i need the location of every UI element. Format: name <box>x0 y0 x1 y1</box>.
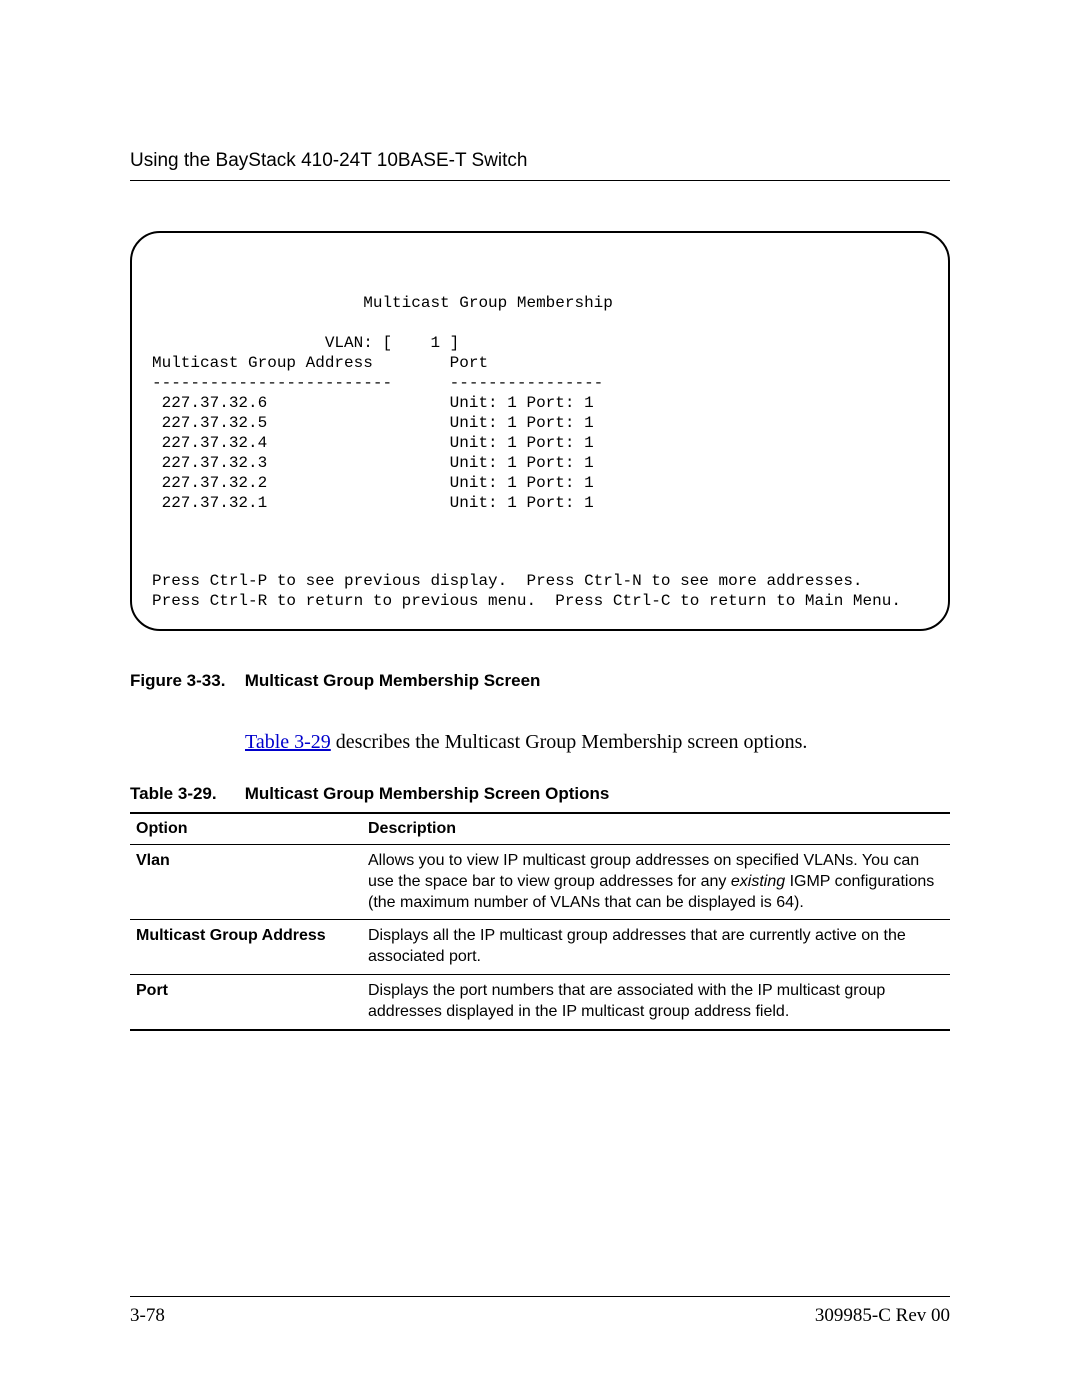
figure-label: Figure 3-33. <box>130 671 240 691</box>
col-description: Description <box>362 813 950 845</box>
emphasis: existing <box>731 873 785 890</box>
body-rest: describes the Multicast Group Membership… <box>331 731 808 753</box>
page-footer: 3-78 309985-C Rev 00 <box>130 1296 950 1327</box>
body-paragraph: Table 3-29 describes the Multicast Group… <box>245 731 950 754</box>
document-revision: 309985-C Rev 00 <box>815 1305 950 1327</box>
header-title: Using the BayStack 410-24T 10BASE-T Swit… <box>130 150 527 171</box>
table-title: Multicast Group Membership Screen Option… <box>245 784 610 803</box>
terminal-screen: Multicast Group Membership VLAN: [ 1 ] M… <box>130 231 950 631</box>
col-option: Option <box>130 813 362 845</box>
table-header-row: Option Description <box>130 813 950 845</box>
option-name: Vlan <box>130 845 362 920</box>
option-description: Displays all the IP multicast group addr… <box>362 920 950 975</box>
page-header: Using the BayStack 410-24T 10BASE-T Swit… <box>130 150 950 181</box>
page: Using the BayStack 410-24T 10BASE-T Swit… <box>0 0 1080 1397</box>
option-description: Displays the port numbers that are assoc… <box>362 974 950 1029</box>
table-label: Table 3-29. <box>130 784 240 804</box>
table-row: PortDisplays the port numbers that are a… <box>130 974 950 1029</box>
figure-caption: Figure 3-33. Multicast Group Membership … <box>130 671 950 691</box>
option-name: Multicast Group Address <box>130 920 362 975</box>
table-row: VlanAllows you to view IP multicast grou… <box>130 845 950 920</box>
figure-title: Multicast Group Membership Screen <box>245 671 541 690</box>
table-row: Multicast Group AddressDisplays all the … <box>130 920 950 975</box>
option-description: Allows you to view IP multicast group ad… <box>362 845 950 920</box>
terminal-content: Multicast Group Membership VLAN: [ 1 ] M… <box>152 293 928 513</box>
page-number: 3-78 <box>130 1305 165 1327</box>
options-table: Option Description VlanAllows you to vie… <box>130 812 950 1031</box>
table-link[interactable]: Table 3-29 <box>245 731 331 753</box>
table-caption: Table 3-29. Multicast Group Membership S… <box>130 784 950 804</box>
option-name: Port <box>130 974 362 1029</box>
terminal-hints: Press Ctrl-P to see previous display. Pr… <box>152 571 928 611</box>
